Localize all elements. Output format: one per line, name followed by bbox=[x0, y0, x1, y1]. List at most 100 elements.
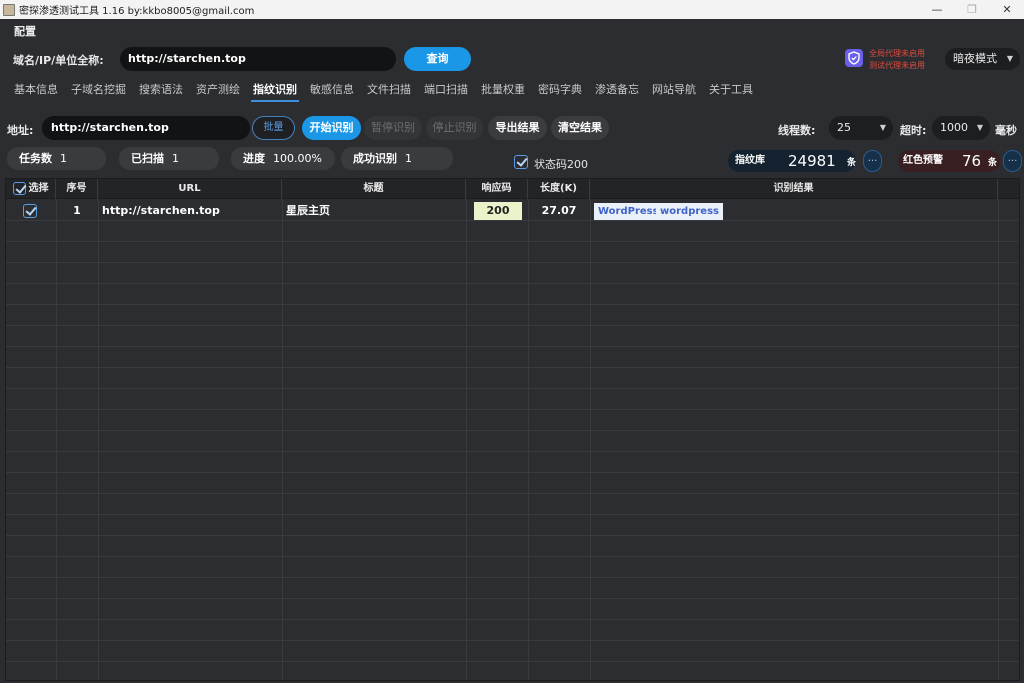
tab-about[interactable]: 关于工具 bbox=[703, 76, 759, 103]
table-header: 选择 序号 URL 标题 响应码 长度(K) 识别结果 bbox=[6, 179, 1019, 199]
global-proxy-status: 全局代理未启用 bbox=[869, 49, 925, 58]
scanned-value: 1 bbox=[172, 152, 179, 165]
red-alert-stat: 红色预警 76 条 bbox=[898, 150, 1000, 172]
fp-label: 指纹库 bbox=[735, 155, 765, 166]
checkbox-icon bbox=[23, 204, 37, 218]
result-tag[interactable]: wordpress bbox=[656, 203, 723, 220]
row-code: 200 bbox=[474, 202, 522, 220]
task-count-stat: 任务数 1 bbox=[7, 147, 106, 170]
query-button[interactable]: 查询 bbox=[404, 47, 471, 71]
title-bar: 密探渗透测试工具 1.16 by:kkbo8005@gmail.com — ❐ … bbox=[0, 0, 1024, 19]
progress-label: 进度 bbox=[243, 152, 265, 165]
task-count-value: 1 bbox=[60, 152, 67, 165]
header-select-label: 选择 bbox=[28, 183, 49, 194]
fp-more-button[interactable]: ... bbox=[863, 150, 882, 172]
empty-table-row bbox=[6, 242, 1019, 263]
threads-select[interactable]: 25 ▼ bbox=[829, 116, 893, 140]
empty-table-row bbox=[6, 578, 1019, 599]
success-value: 1 bbox=[405, 152, 412, 165]
tab-batch-weight[interactable]: 批量权重 bbox=[475, 76, 531, 103]
tab-password-dict[interactable]: 密码字典 bbox=[532, 76, 588, 103]
domain-input[interactable]: http://starchen.top bbox=[120, 47, 396, 71]
header-length[interactable]: 长度(K) bbox=[528, 179, 590, 199]
row-length: 27.07 bbox=[541, 204, 577, 217]
domain-label: 域名/IP/单位全称: bbox=[13, 54, 104, 67]
threads-label: 线程数: bbox=[778, 124, 816, 137]
result-tag[interactable]: WordPress bbox=[594, 203, 663, 220]
select-all-checkbox[interactable] bbox=[12, 181, 26, 195]
batch-button[interactable]: 批量 bbox=[252, 116, 295, 140]
empty-table-row bbox=[6, 263, 1019, 284]
timeout-label: 超时: bbox=[900, 124, 927, 137]
tab-asset-mapping[interactable]: 资产测绘 bbox=[190, 76, 246, 103]
checkbox-icon bbox=[514, 155, 528, 169]
row-index: 1 bbox=[73, 204, 81, 217]
empty-table-row bbox=[6, 368, 1019, 389]
threads-value: 25 bbox=[837, 121, 851, 134]
results-table: 选择 序号 URL 标题 响应码 长度(K) 识别结果 1 http://sta… bbox=[5, 178, 1020, 681]
ms-label: 毫秒 bbox=[995, 124, 1017, 137]
empty-table-row bbox=[6, 599, 1019, 620]
fp-value: 24981 bbox=[788, 152, 836, 170]
minimize-button[interactable]: — bbox=[920, 0, 954, 19]
status200-checkbox[interactable] bbox=[514, 155, 528, 169]
header-url[interactable]: URL bbox=[98, 179, 282, 199]
header-title[interactable]: 标题 bbox=[282, 179, 466, 199]
tab-subdomain[interactable]: 子域名挖掘 bbox=[65, 76, 132, 103]
row-url: http://starchen.top bbox=[102, 204, 220, 217]
empty-table-row bbox=[6, 452, 1019, 473]
empty-table-row bbox=[6, 494, 1019, 515]
clear-button[interactable]: 清空结果 bbox=[551, 116, 609, 140]
red-label: 红色预警 bbox=[903, 155, 943, 166]
empty-table-row bbox=[6, 431, 1019, 452]
theme-select-value: 暗夜模式 bbox=[953, 52, 997, 65]
header-select[interactable]: 选择 bbox=[6, 179, 56, 199]
tab-basic-info[interactable]: 基本信息 bbox=[8, 76, 64, 103]
empty-table-row bbox=[6, 515, 1019, 536]
tab-search-syntax[interactable]: 搜索语法 bbox=[133, 76, 189, 103]
progress-value: 100.00% bbox=[273, 152, 322, 165]
empty-table-row bbox=[6, 284, 1019, 305]
shield-icon[interactable] bbox=[845, 49, 863, 67]
address-input[interactable]: http://starchen.top bbox=[42, 116, 250, 140]
empty-table-row bbox=[6, 221, 1019, 242]
empty-table-row bbox=[6, 305, 1019, 326]
menu-config[interactable]: 配置 bbox=[14, 23, 36, 39]
fingerprint-db-stat: 指纹库 24981 条 bbox=[728, 150, 856, 172]
fp-unit: 条 bbox=[847, 158, 857, 168]
tab-fingerprint[interactable]: 指纹识别 bbox=[247, 76, 303, 103]
empty-table-row bbox=[6, 473, 1019, 494]
window-title: 密探渗透测试工具 1.16 by:kkbo8005@gmail.com bbox=[19, 6, 255, 17]
red-more-button[interactable]: ... bbox=[1003, 150, 1022, 172]
tab-file-scan[interactable]: 文件扫描 bbox=[361, 76, 417, 103]
pause-button[interactable]: 暂停识别 bbox=[364, 116, 422, 140]
success-stat: 成功识别 1 bbox=[341, 147, 453, 170]
empty-table-row bbox=[6, 557, 1019, 578]
row-title: 星辰主页 bbox=[286, 204, 330, 217]
tab-pentest-memo[interactable]: 渗透备忘 bbox=[589, 76, 645, 103]
empty-table-row bbox=[6, 389, 1019, 410]
header-result[interactable]: 识别结果 bbox=[590, 179, 998, 199]
theme-select[interactable]: 暗夜模式 ▼ bbox=[945, 48, 1020, 70]
stop-button[interactable]: 停止识别 bbox=[426, 116, 483, 140]
tab-port-scan[interactable]: 端口扫描 bbox=[418, 76, 474, 103]
export-button[interactable]: 导出结果 bbox=[488, 116, 547, 140]
progress-stat: 进度 100.00% bbox=[231, 147, 335, 170]
row-checkbox[interactable] bbox=[23, 204, 37, 218]
table-row[interactable]: 1 http://starchen.top 星辰主页 200 27.07 Wor… bbox=[6, 200, 1019, 221]
app-icon bbox=[3, 3, 15, 16]
timeout-value: 1000 bbox=[940, 121, 968, 134]
menu-bar: 配置 bbox=[0, 19, 1024, 43]
header-index[interactable]: 序号 bbox=[56, 179, 98, 199]
timeout-select[interactable]: 1000 ▼ bbox=[932, 116, 990, 140]
tab-sensitive-info[interactable]: 敏感信息 bbox=[304, 76, 360, 103]
red-unit: 条 bbox=[988, 158, 998, 168]
maximize-button[interactable]: ❐ bbox=[955, 0, 989, 19]
header-code[interactable]: 响应码 bbox=[466, 179, 528, 199]
start-button[interactable]: 开始识别 bbox=[302, 116, 361, 140]
close-button[interactable]: ✕ bbox=[990, 0, 1024, 19]
chevron-down-icon: ▼ bbox=[1006, 54, 1013, 63]
scanned-label: 已扫描 bbox=[131, 152, 164, 165]
success-label: 成功识别 bbox=[353, 152, 397, 165]
tab-site-nav[interactable]: 网站导航 bbox=[646, 76, 702, 103]
